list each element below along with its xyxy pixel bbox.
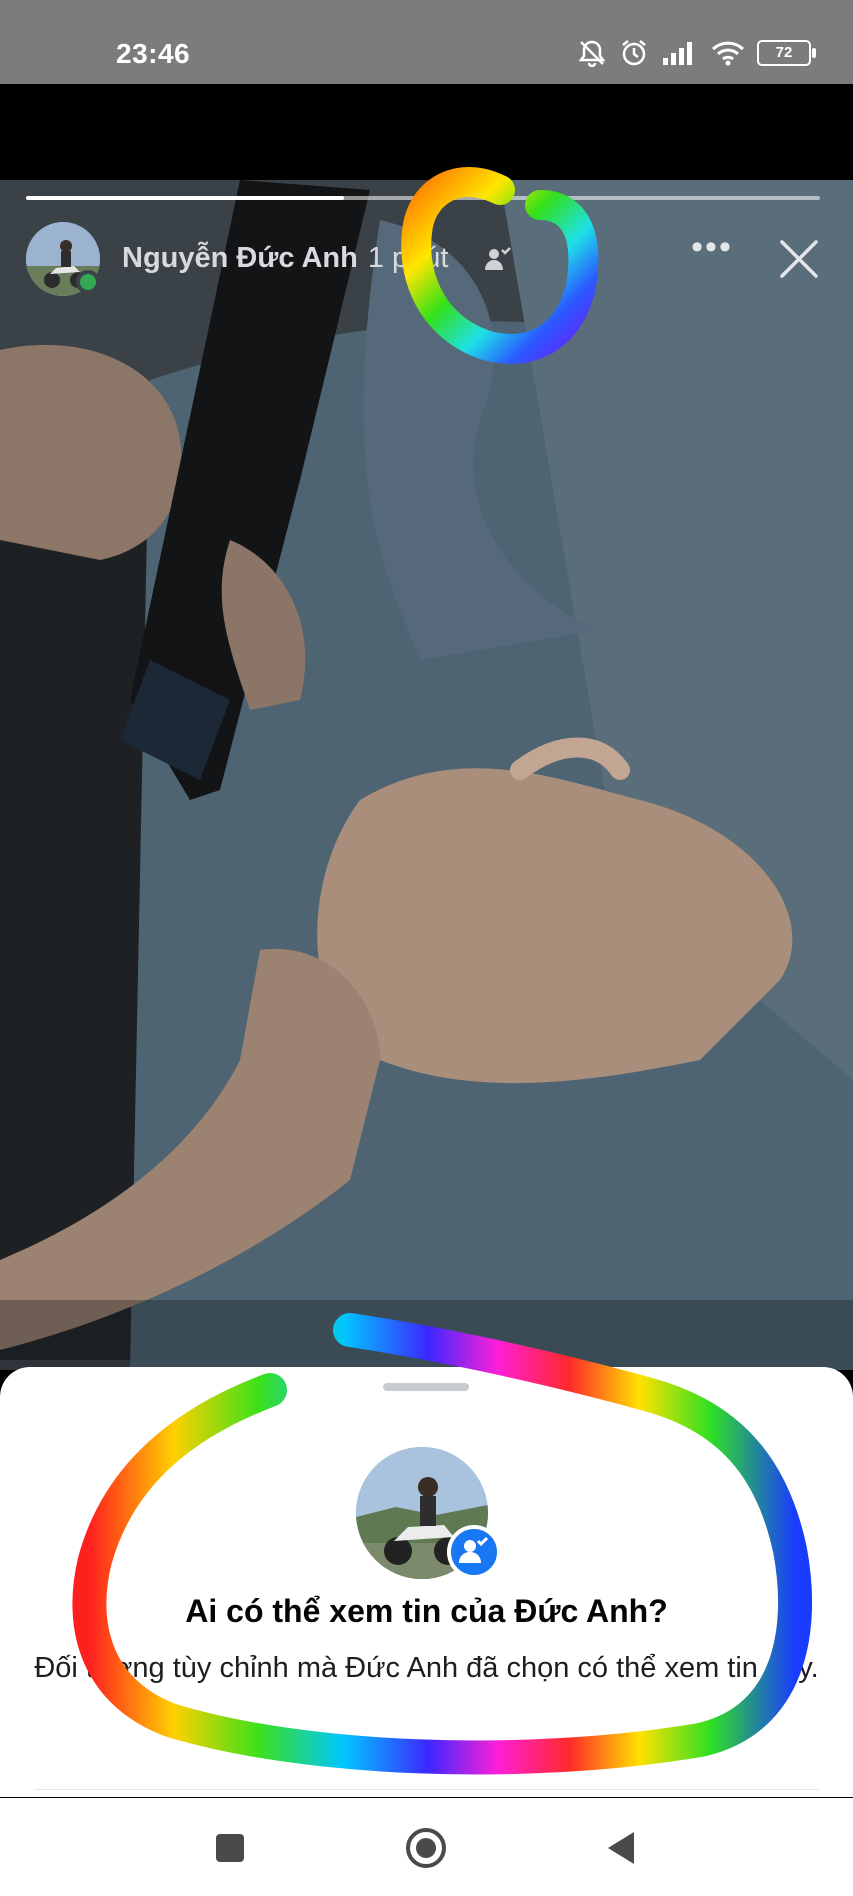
story-age: 1 phút <box>367 242 449 274</box>
story-header: Nguyễn Đức Anh 1 phút ••• <box>26 222 826 298</box>
friends-custom-icon <box>459 1536 489 1563</box>
story-progress-bar <box>26 196 820 200</box>
photo-illustration <box>0 180 853 1370</box>
close-icon[interactable] <box>774 234 824 284</box>
online-status-dot <box>76 270 100 294</box>
top-letterbox <box>0 84 853 180</box>
battery-indicator: 72 <box>757 40 816 66</box>
audience-badge <box>447 1525 501 1579</box>
status-bar: 23:46 72 <box>0 0 853 84</box>
audience-bottom-sheet: Ai có thể xem tin của Đức Anh? Đối tượng… <box>0 1367 853 1797</box>
sheet-divider <box>34 1789 819 1790</box>
status-time: 23:46 <box>116 38 191 69</box>
home-circle-icon[interactable] <box>398 1820 454 1876</box>
poster-name[interactable]: Nguyễn Đức Anh 1 phút <box>122 242 448 275</box>
friends-custom-icon <box>485 247 511 270</box>
sheet-description: Đối tượng tùy chỉnh mà Đức Anh đã chọn c… <box>34 1652 819 1684</box>
signal-icon <box>663 42 692 65</box>
system-nav-bar <box>0 1798 853 1896</box>
status-icons: 72 <box>577 38 816 68</box>
poster-name-text: Nguyễn Đức Anh <box>122 242 358 274</box>
bell-off-icon <box>578 40 606 68</box>
sheet-title: Ai có thể xem tin của Đức Anh? <box>185 1593 668 1629</box>
story-photo[interactable] <box>0 180 853 1370</box>
recents-square-icon[interactable] <box>202 1820 258 1876</box>
sheet-drag-handle[interactable] <box>383 1383 469 1391</box>
story-progress-fill <box>26 196 344 200</box>
alarm-icon <box>622 40 646 66</box>
wifi-icon <box>711 41 745 66</box>
back-triangle-icon[interactable] <box>594 1820 650 1876</box>
more-options-button[interactable]: ••• <box>682 230 742 282</box>
